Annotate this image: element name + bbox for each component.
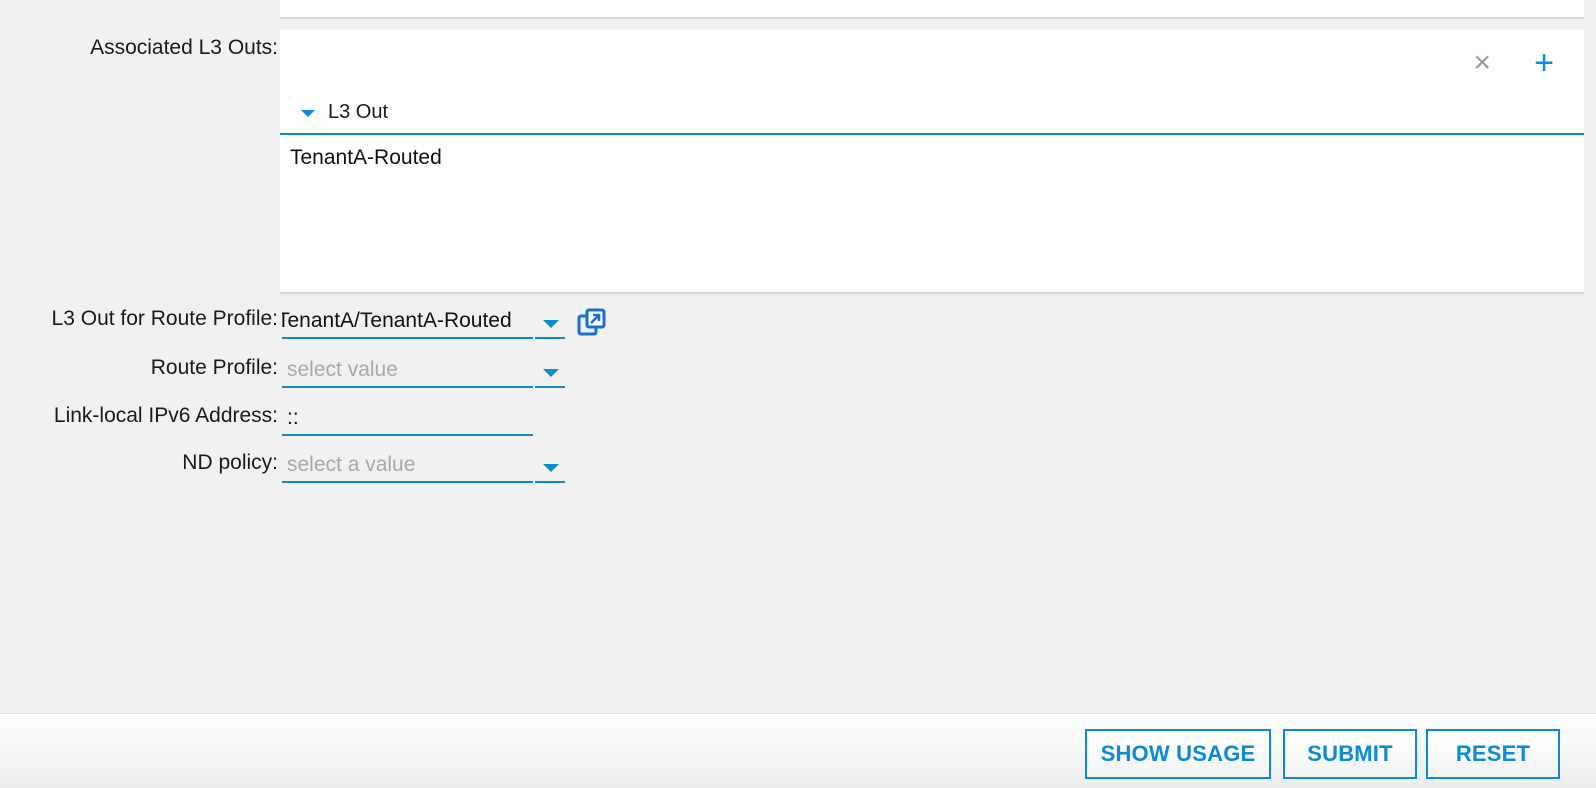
- link-local-ipv6-input[interactable]: ::: [282, 400, 533, 436]
- chevron-down-icon: [543, 369, 559, 377]
- route-profile-dropdown-button[interactable]: [535, 352, 565, 388]
- associated-l3-outs-table: × + L3 Out TenantA-Routed: [280, 30, 1584, 294]
- table-row[interactable]: TenantA-Routed: [290, 146, 442, 170]
- route-profile-placeholder: select value: [287, 358, 398, 381]
- route-profile-select[interactable]: select value: [282, 352, 533, 388]
- show-usage-button[interactable]: SHOW USAGE: [1085, 729, 1271, 779]
- reset-button[interactable]: RESET: [1426, 729, 1560, 779]
- link-local-ipv6-label: Link-local IPv6 Address:: [53, 404, 278, 427]
- column-header-label: L3 Out: [328, 101, 389, 123]
- sort-caret-icon: [301, 110, 315, 117]
- table-header-l3-out[interactable]: L3 Out: [280, 92, 1584, 135]
- previous-section-panel: [280, 0, 1584, 19]
- l3-out-route-profile-value: TenantA/TenantA-Routed: [282, 309, 512, 332]
- add-icon[interactable]: +: [1534, 46, 1554, 80]
- l3-out-route-profile-dropdown-button[interactable]: [535, 303, 565, 339]
- table-cell-l3-out: TenantA-Routed: [290, 146, 442, 169]
- l3-out-route-profile-input[interactable]: TenantA/TenantA-Routed: [282, 303, 533, 339]
- nd-policy-dropdown-button[interactable]: [535, 447, 565, 483]
- route-profile-label: Route Profile:: [150, 356, 278, 379]
- link-local-ipv6-value: ::: [287, 406, 299, 429]
- submit-button[interactable]: SUBMIT: [1283, 729, 1417, 779]
- l3-out-route-profile-label: L3 Out for Route Profile:: [51, 307, 278, 330]
- chevron-down-icon: [543, 320, 559, 328]
- form-page: Associated L3 Outs: × + L3 Out TenantA-R…: [0, 0, 1596, 788]
- nd-policy-label: ND policy:: [182, 451, 278, 474]
- nd-policy-select[interactable]: select a value: [282, 447, 533, 483]
- chevron-down-icon: [543, 464, 559, 472]
- open-in-new-window-icon[interactable]: [577, 307, 607, 337]
- associated-l3-outs-label: Associated L3 Outs:: [90, 36, 278, 59]
- nd-policy-placeholder: select a value: [287, 453, 416, 476]
- delete-icon[interactable]: ×: [1473, 48, 1491, 78]
